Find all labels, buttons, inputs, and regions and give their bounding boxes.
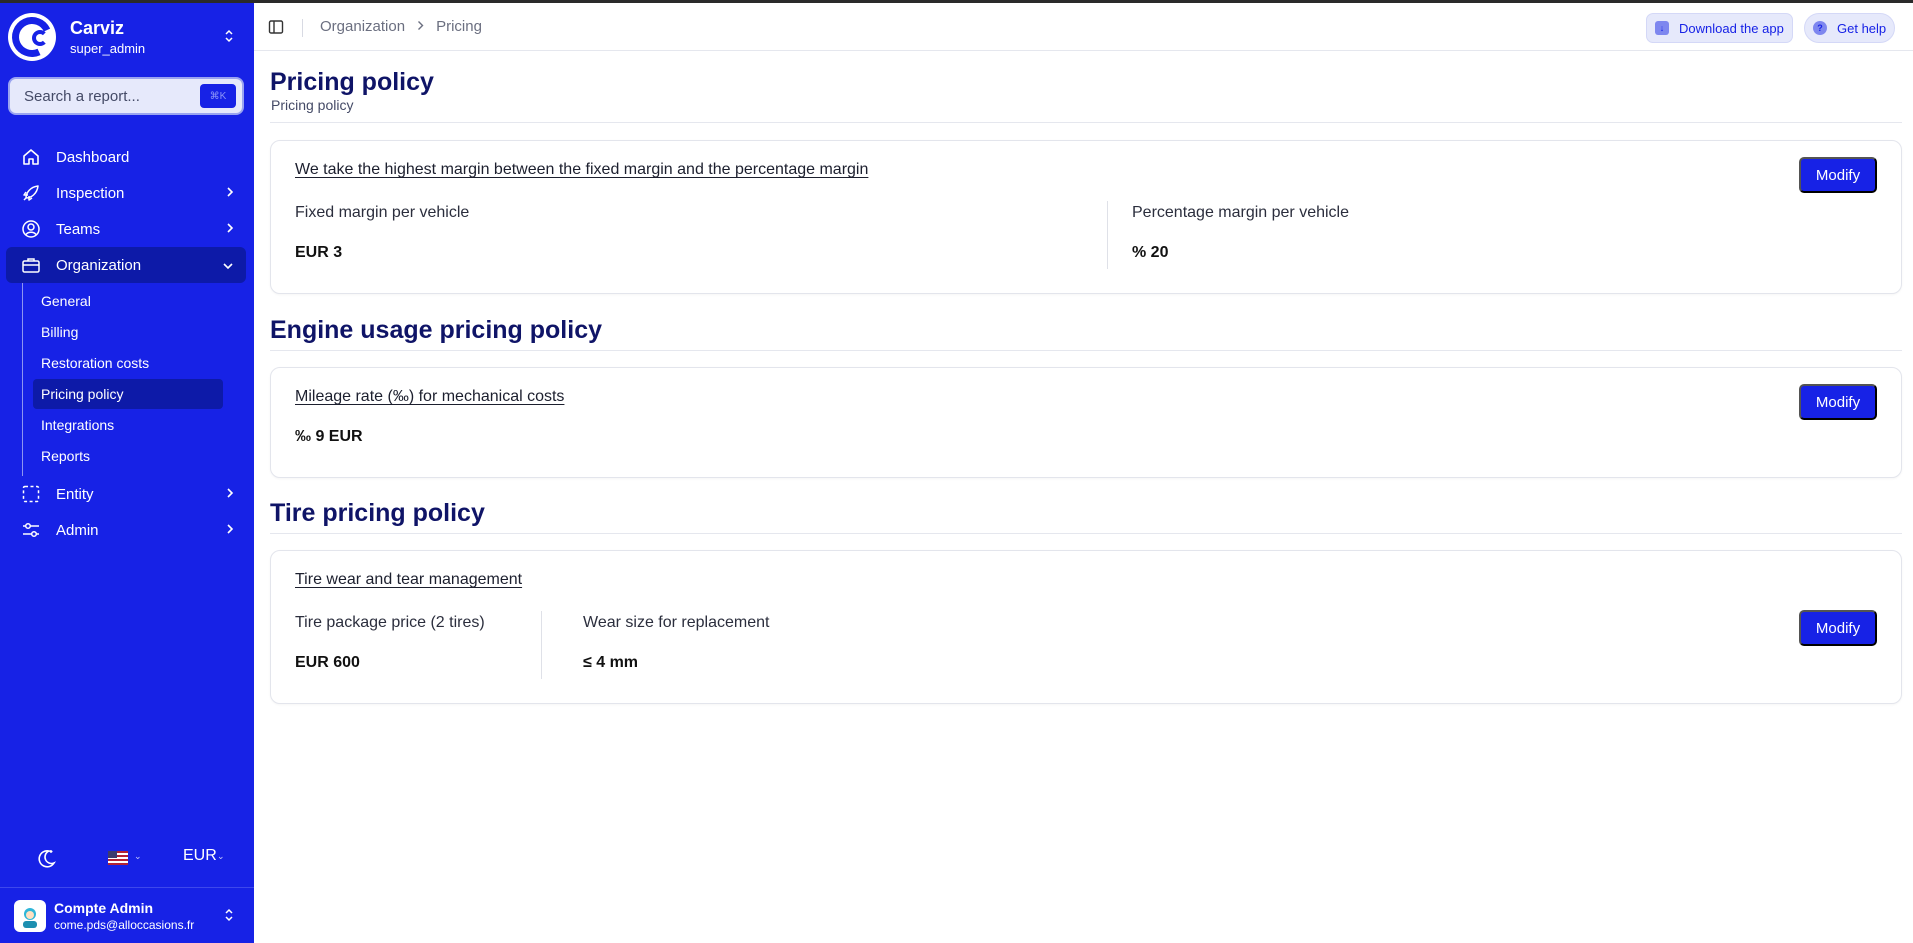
sidebar-item-teams[interactable]: Teams — [6, 211, 246, 247]
divider — [270, 122, 1902, 123]
sidebar-item-organization[interactable]: Organization — [6, 247, 246, 283]
engine-policy-card: Mileage rate (‰) for mechanical costs ‰ … — [270, 367, 1902, 478]
window-top-border — [0, 0, 1913, 3]
mileage-rate-value: ‰ 9 EUR — [295, 428, 363, 445]
home-icon — [20, 146, 42, 168]
chevron-down-icon: ⌄ — [217, 851, 225, 861]
modify-margin-button[interactable]: Modify — [1799, 157, 1877, 193]
help-icon: ? — [1813, 21, 1827, 35]
percentage-margin-label: Percentage margin per vehicle — [1132, 204, 1350, 221]
sidebar-item-label: Admin — [56, 521, 99, 539]
sidebar-subitem-integrations[interactable]: Integrations — [33, 410, 223, 440]
download-app-label: Download the app — [1679, 20, 1784, 36]
tire-package-label: Tire package price (2 tires) — [295, 614, 485, 631]
sidebar-item-label: Teams — [56, 220, 101, 238]
divider — [270, 350, 1902, 351]
sidebar-subitem-pricing-policy[interactable]: Pricing policy — [33, 379, 223, 409]
breadcrumb: Organization Pricing — [320, 18, 482, 35]
org-switcher[interactable]: Carviz super_admin — [6, 11, 248, 63]
carviz-logo — [6, 11, 58, 63]
sidebar-subitem-reports[interactable]: Reports — [33, 441, 223, 471]
brand-role: super_admin — [70, 41, 146, 56]
sidebar-subitem-billing[interactable]: Billing — [33, 317, 223, 347]
sidebar: Carviz super_admin Search a report... ⌘K… — [0, 3, 254, 943]
wear-size-label: Wear size for replacement — [583, 614, 770, 631]
sidebar-item-entity[interactable]: Entity — [6, 476, 246, 512]
dashed-square-icon — [20, 483, 42, 505]
engine-policy-heading: Engine usage pricing policy — [270, 316, 603, 344]
download-icon: ↓ — [1655, 21, 1669, 35]
chevron-down-icon: ⌄ — [134, 851, 142, 861]
topbar-divider — [302, 19, 303, 37]
fixed-margin-value: EUR 3 — [295, 244, 343, 261]
percentage-margin-value: % 20 — [1132, 244, 1169, 261]
get-help-button[interactable]: ? Get help — [1804, 13, 1896, 43]
moon-stars-icon[interactable] — [34, 847, 58, 876]
sliders-icon — [20, 519, 42, 541]
sidebar-subitem-restoration-costs[interactable]: Restoration costs — [33, 348, 223, 378]
breadcrumb-pricing: Pricing — [436, 18, 482, 35]
download-app-button[interactable]: ↓ Download the app — [1646, 13, 1793, 43]
margin-policy-title[interactable]: We take the highest margin between the f… — [295, 161, 868, 179]
chevron-right-icon — [226, 522, 234, 539]
sidebar-subitem-general[interactable]: General — [33, 286, 223, 316]
page-title: Pricing policy — [270, 68, 434, 96]
sidebar-item-dashboard[interactable]: Dashboard — [6, 139, 246, 175]
tire-wear-title[interactable]: Tire wear and tear management — [295, 571, 522, 589]
sidebar-toggle-icon[interactable] — [268, 19, 284, 40]
search-shortcut-badge: ⌘K — [200, 84, 236, 108]
tire-policy-heading: Tire pricing policy — [270, 499, 485, 527]
search-placeholder: Search a report... — [24, 87, 140, 105]
user-name: Compte Admin — [54, 899, 154, 916]
column-divider — [1107, 201, 1108, 269]
avatar — [14, 899, 46, 932]
sidebar-item-label: Entity — [56, 485, 94, 503]
sidebar-item-label: Organization — [56, 256, 142, 274]
sidebar-item-admin[interactable]: Admin — [6, 512, 246, 548]
sidebar-footer-tools: ⌄ EUR ⌄ — [0, 839, 254, 875]
mileage-rate-title[interactable]: Mileage rate (‰) for mechanical costs — [295, 388, 564, 406]
topbar: Organization Pricing ↓ Download the app … — [254, 3, 1913, 51]
sidebar-item-label: Dashboard — [56, 148, 130, 166]
chevron-up-down-icon — [224, 908, 234, 925]
tire-policy-card: Tire wear and tear management Tire packa… — [270, 550, 1902, 704]
chevron-right-icon — [226, 221, 234, 238]
chevron-right-icon — [226, 486, 234, 503]
divider — [270, 533, 1902, 534]
modify-tire-button[interactable]: Modify — [1799, 610, 1877, 646]
search-input[interactable]: Search a report... ⌘K — [8, 77, 244, 115]
user-menu[interactable]: Compte Admin come.pds@alloccasions.fr — [0, 887, 254, 943]
us-flag-icon[interactable] — [108, 851, 128, 865]
modify-engine-button[interactable]: Modify — [1799, 384, 1877, 420]
user-email: come.pds@alloccasions.fr — [54, 917, 195, 932]
page-subtitle: Pricing policy — [271, 97, 354, 113]
chevron-down-icon — [222, 257, 234, 274]
chevron-right-icon — [417, 18, 424, 35]
briefcase-icon — [20, 254, 42, 276]
tire-package-value: EUR 600 — [295, 654, 360, 671]
organization-submenu: General Billing Restoration costs Pricin… — [22, 283, 223, 476]
rocket-icon — [20, 182, 42, 204]
get-help-label: Get help — [1837, 20, 1887, 36]
sidebar-item-label: Inspection — [56, 184, 125, 202]
currency-selector[interactable]: EUR — [183, 847, 217, 865]
user-circle-icon — [20, 218, 42, 240]
brand-name: Carviz — [70, 18, 125, 38]
fixed-margin-label: Fixed margin per vehicle — [295, 204, 470, 221]
sidebar-item-inspection[interactable]: Inspection — [6, 175, 246, 211]
main-content: Pricing policy Pricing policy We take th… — [254, 52, 1913, 943]
column-divider — [541, 611, 542, 679]
sidebar-nav: Dashboard Inspection Teams Organization … — [0, 139, 254, 548]
chevron-right-icon — [226, 185, 234, 202]
wear-size-value: ≤ 4 mm — [583, 654, 639, 671]
chevron-up-down-icon — [224, 29, 234, 46]
breadcrumb-organization[interactable]: Organization — [320, 18, 405, 35]
margin-policy-card: We take the highest margin between the f… — [270, 140, 1902, 294]
